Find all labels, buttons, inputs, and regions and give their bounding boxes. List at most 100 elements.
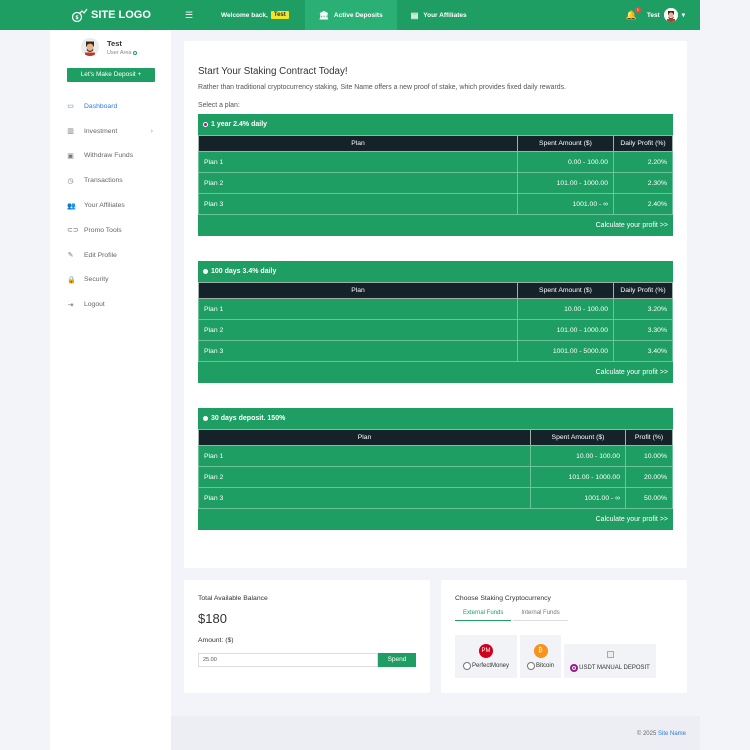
radio-perfectmoney[interactable]: [462, 661, 471, 670]
nav-your-affiliates[interactable]: ▤ Your Affiliates: [397, 0, 481, 30]
cell-plan: Plan 1: [198, 151, 518, 173]
bank-icon: 🏛: [318, 10, 329, 20]
cell-plan: Plan 1: [198, 445, 531, 467]
sidebar-item-label: Dashboard: [84, 102, 118, 110]
table-row: Plan 2 101.00 - 1000.00 20.00%: [198, 466, 673, 488]
user-menu[interactable]: Test ▾: [647, 8, 685, 22]
profile-name: Test: [107, 38, 122, 48]
logo-text: SITE LOGO: [91, 9, 151, 21]
sidebar-item-promo-tools[interactable]: ⊂⊃ Promo Tools: [50, 218, 171, 243]
plan-table: Plan Spent Amount ($) Profit (%) Plan 1 …: [198, 429, 673, 509]
cell-plan: Plan 3: [198, 487, 531, 509]
nav-active-deposits[interactable]: 🏛 Active Deposits: [304, 0, 397, 30]
lock-icon: 🔒: [67, 276, 76, 284]
top-user-name: Test: [646, 11, 660, 19]
perfectmoney-icon: PM: [479, 643, 493, 658]
table-row: Plan 1 10.00 - 100.00 3.20%: [198, 298, 673, 320]
amount-label: Amount: ($): [198, 637, 234, 644]
chevron-down-icon: ▾: [681, 12, 685, 19]
plan-title[interactable]: 100 days 3.4% daily: [198, 261, 673, 282]
balance-card: Total Available Balance $180 Amount: ($)…: [184, 580, 430, 693]
sidebar-item-dashboard[interactable]: ▭ Dashboard: [50, 94, 171, 119]
plan-title[interactable]: 30 days deposit. 150%: [198, 408, 673, 429]
nav-active-deposits-label: Active Deposits: [333, 11, 383, 19]
balance-label: Total Available Balance: [198, 595, 268, 602]
calculate-profit-link[interactable]: Calculate your profit >>: [198, 215, 673, 236]
top-avatar: [663, 8, 678, 22]
amount-input[interactable]: [198, 653, 378, 667]
radio-usdt[interactable]: [570, 663, 579, 672]
radio-bitcoin[interactable]: [526, 661, 535, 670]
col-plan-header: Plan: [198, 135, 518, 152]
col-amount-header: Spent Amount ($): [517, 282, 614, 299]
plan-title[interactable]: 1 year 2.4% daily: [198, 114, 673, 135]
calculate-profit-link[interactable]: Calculate your profit >>: [198, 362, 673, 383]
site-logo[interactable]: $ SITE LOGO: [0, 0, 170, 30]
cell-profit: 3.40%: [613, 340, 673, 362]
tab-internal-funds[interactable]: Internal Funds: [513, 607, 568, 621]
table-row: Plan 3 1001.00 - ∞ 50.00%: [198, 487, 673, 509]
sidebar-item-label: Edit Profile: [84, 251, 117, 259]
payment-option-usdt[interactable]: USDT MANUAL DEPOSIT: [564, 644, 656, 678]
welcome-message: Welcome back, Test: [221, 11, 289, 19]
sidebar-item-withdraw-funds[interactable]: ▣ Withdraw Funds: [50, 144, 171, 169]
calculate-profit-link[interactable]: Calculate your profit >>: [198, 509, 673, 530]
logout-icon: ⇥: [67, 301, 74, 309]
plan-table: Plan Spent Amount ($) Daily Profit (%) P…: [198, 282, 673, 362]
sidebar-item-investment[interactable]: ▥ Investment ›: [50, 119, 171, 144]
cell-plan: Plan 2: [198, 466, 531, 488]
hamburger-menu-icon[interactable]: ☰: [185, 10, 193, 21]
sidebar-item-transactions[interactable]: ◷ Transactions: [50, 168, 171, 193]
profile-role: User Area: [107, 49, 138, 56]
table-row: Plan 2 101.00 - 1000.00 2.30%: [198, 172, 673, 194]
sidebar-item-label: Withdraw Funds: [84, 152, 134, 160]
welcome-user-chip: Test: [270, 11, 289, 19]
cell-amount: 101.00 - 1000.00: [530, 466, 626, 488]
profile-role-text: User Area: [107, 49, 132, 56]
col-profit-header: Daily Profit (%): [613, 135, 673, 152]
sidebar-item-logout[interactable]: ⇥ Logout: [50, 292, 171, 317]
plan-title-text: 100 days 3.4% daily: [211, 267, 277, 275]
table-row: Plan 3 1001.00 - 5000.00 3.40%: [198, 340, 673, 362]
spend-button[interactable]: Spend: [378, 653, 416, 667]
bitcoin-icon: ₿: [533, 643, 548, 658]
cell-plan: Plan 3: [198, 193, 518, 215]
table-row: Plan 1 10.00 - 100.00 10.00%: [198, 445, 673, 467]
sidebar-menu: ▭ Dashboard ▥ Investment › ▣ Withdraw Fu…: [50, 94, 171, 317]
notification-bell-icon[interactable]: 🔔 1: [626, 6, 641, 21]
sidebar-item-label: Promo Tools: [84, 226, 122, 234]
tab-external-funds[interactable]: External Funds: [455, 607, 512, 621]
cell-amount: 101.00 - 1000.00: [517, 172, 614, 194]
sidebar-item-edit-profile[interactable]: ✎ Edit Profile: [50, 243, 171, 268]
cell-amount: 10.00 - 100.00: [517, 298, 614, 320]
footer-site-link[interactable]: Site Name: [658, 731, 686, 737]
sidebar-item-label: Your Affiliates: [84, 202, 125, 210]
svg-text:$: $: [75, 15, 79, 21]
balance-value: $180: [198, 611, 227, 626]
crypto-card: Choose Staking Cryptocurrency External F…: [441, 580, 687, 693]
make-deposit-button[interactable]: Let's Make Deposit +: [67, 68, 155, 82]
payment-option-bitcoin[interactable]: ₿ Bitcoin: [520, 635, 561, 678]
cell-profit: 2.40%: [613, 193, 673, 215]
plan-radio[interactable]: [203, 268, 208, 274]
col-plan-header: Plan: [198, 429, 531, 446]
notification-badge: 1: [634, 6, 641, 13]
payment-option-perfectmoney[interactable]: PM PerfectMoney: [455, 635, 517, 678]
col-amount-header: Spent Amount ($): [517, 135, 614, 152]
payment-label: USDT MANUAL DEPOSIT: [579, 664, 650, 671]
sidebar-item-affiliates[interactable]: 👥 Your Affiliates: [50, 193, 171, 218]
sidebar-profile: Test User Area: [50, 30, 171, 56]
cell-amount: 1001.00 - ∞: [517, 193, 614, 215]
cell-profit: 3.20%: [613, 298, 673, 320]
users-icon: 👥: [67, 202, 76, 210]
nav-your-affiliates-label: Your Affiliates: [423, 11, 467, 19]
broken-image-icon: [606, 650, 614, 658]
table-row: Plan 3 1001.00 - ∞ 2.40%: [198, 193, 673, 215]
plan-radio-selected[interactable]: [203, 121, 208, 127]
plan-radio[interactable]: [203, 415, 208, 421]
sidebar-item-security[interactable]: 🔒 Security: [50, 268, 171, 293]
sidebar-item-label: Transactions: [84, 177, 123, 185]
cell-profit: 50.00%: [625, 487, 673, 509]
payment-label: Bitcoin: [535, 662, 554, 669]
link-icon: ⊂⊃: [67, 227, 79, 235]
